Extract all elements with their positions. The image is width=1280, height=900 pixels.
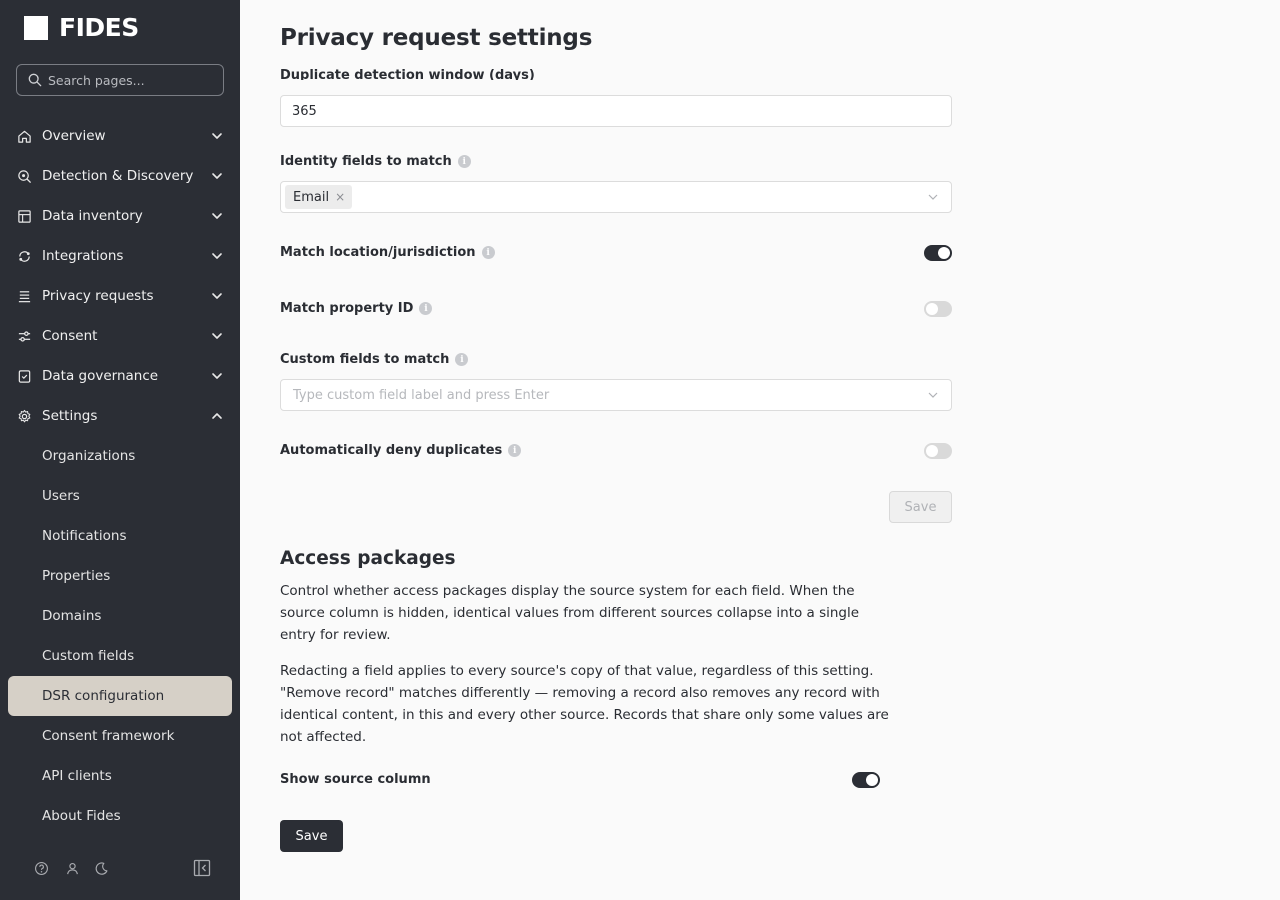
nav-item-integrations[interactable]: Integrations [0,236,240,276]
nav-item-label: Data inventory [42,208,143,224]
sidebar-item-organizations[interactable]: Organizations [0,436,240,476]
duplicate-window-label: Duplicate detection window (days) [280,68,535,80]
nav-item-detection-discovery[interactable]: Detection & Discovery [0,156,240,196]
logo-text: FIDES [59,13,139,42]
identity-fields-select[interactable]: Email × [280,181,952,213]
identity-tag-email: Email × [285,185,353,209]
sidebar-item-api-clients[interactable]: API clients [0,756,240,796]
nav-item-label: Detection & Discovery [42,168,194,184]
sliders-icon [16,328,32,344]
custom-fields-select[interactable]: Type custom field label and press Enter [280,379,952,411]
sidebar-item-about-fides[interactable]: About Fides [0,796,240,836]
nav-item-label: Consent [42,328,98,344]
chevron-down-icon[interactable] [210,369,224,383]
nav-item-label: Integrations [42,248,124,264]
logo-mark [24,16,48,40]
sidebar-item-notifications[interactable]: Notifications [0,516,240,556]
nav-item-label: Settings [42,408,98,424]
page-title: Privacy request settings [280,25,593,51]
chevron-down-icon[interactable] [927,191,939,203]
match-location-label: Match location/jurisdiction i [280,245,495,260]
match-property-toggle[interactable] [924,301,952,317]
sidebar-item-custom-fields[interactable]: Custom fields [0,636,240,676]
auto-deny-label: Automatically deny duplicates i [280,443,522,458]
chevron-down-icon[interactable] [210,209,224,223]
access-packages-title: Access packages [280,548,456,569]
gear-icon [16,408,32,424]
sidebar-footer [32,859,212,877]
search-input[interactable] [48,72,218,88]
info-icon[interactable]: i [481,246,495,259]
integration-icon [16,248,32,264]
nav-item-label: Overview [42,128,106,144]
sidebar-item-domains[interactable]: Domains [0,596,240,636]
nav-item-data-inventory[interactable]: Data inventory [0,196,240,236]
info-icon[interactable]: i [419,302,433,315]
sidebar: FIDES Overview Detection & Discovery Dat… [0,0,240,900]
collapse-sidebar-icon[interactable] [193,859,211,877]
search-box[interactable] [16,64,224,96]
shield-check-icon [16,368,32,384]
nav-item-consent[interactable]: Consent [0,316,240,356]
nav-item-settings[interactable]: Settings [0,396,240,436]
custom-fields-label: Custom fields to match i [280,352,469,367]
chevron-up-icon[interactable] [210,409,224,423]
sidebar-item-dsr-configuration[interactable]: DSR configuration [8,676,232,716]
show-source-label: Show source column [280,772,431,787]
nav-item-privacy-requests[interactable]: Privacy requests [0,276,240,316]
sidebar-nav: Overview Detection & Discovery Data inve… [0,116,240,836]
main-content: Privacy request settings Duplicate detec… [240,0,1280,900]
moon-icon[interactable] [92,859,110,877]
chevron-down-icon[interactable] [210,289,224,303]
duplicate-window-input[interactable] [280,95,952,127]
info-icon[interactable]: i [457,155,471,168]
identity-fields-label: Identity fields to match i [280,154,471,169]
sidebar-item-users[interactable]: Users [0,476,240,516]
inbox-stack-icon [16,288,32,304]
sidebar-item-consent-framework[interactable]: Consent framework [0,716,240,756]
match-property-label: Match property ID i [280,301,433,316]
chevron-down-icon[interactable] [927,389,939,401]
redaction-description: Redacting a field applies to every sourc… [280,663,889,745]
match-location-toggle[interactable] [924,245,952,261]
custom-fields-placeholder: Type custom field label and press Enter [293,387,550,403]
nav-item-label: Data governance [42,368,159,384]
help-icon[interactable] [32,859,50,877]
show-source-toggle[interactable] [852,772,880,788]
auto-deny-toggle[interactable] [924,443,952,459]
info-icon[interactable]: i [508,444,522,457]
info-icon[interactable]: i [455,353,469,366]
save-access-packages-button[interactable]: Save [280,820,343,852]
home-icon [16,128,32,144]
table-icon [16,208,32,224]
chevron-down-icon[interactable] [210,249,224,263]
save-duplicate-settings-button[interactable]: Save [889,491,952,523]
search-icon [28,73,42,87]
chevron-down-icon[interactable] [210,129,224,143]
sidebar-item-properties[interactable]: Properties [0,556,240,596]
user-icon[interactable] [63,859,81,877]
fides-logo[interactable]: FIDES [24,13,139,42]
chevron-down-icon[interactable] [210,329,224,343]
access-packages-description: Control whether access packages display … [280,583,860,643]
remove-tag-icon[interactable]: × [335,190,345,204]
nav-item-label: Privacy requests [42,288,154,304]
nav-item-overview[interactable]: Overview [0,116,240,156]
nav-item-data-governance[interactable]: Data governance [0,356,240,396]
radar-search-icon [16,168,32,184]
chevron-down-icon[interactable] [210,169,224,183]
